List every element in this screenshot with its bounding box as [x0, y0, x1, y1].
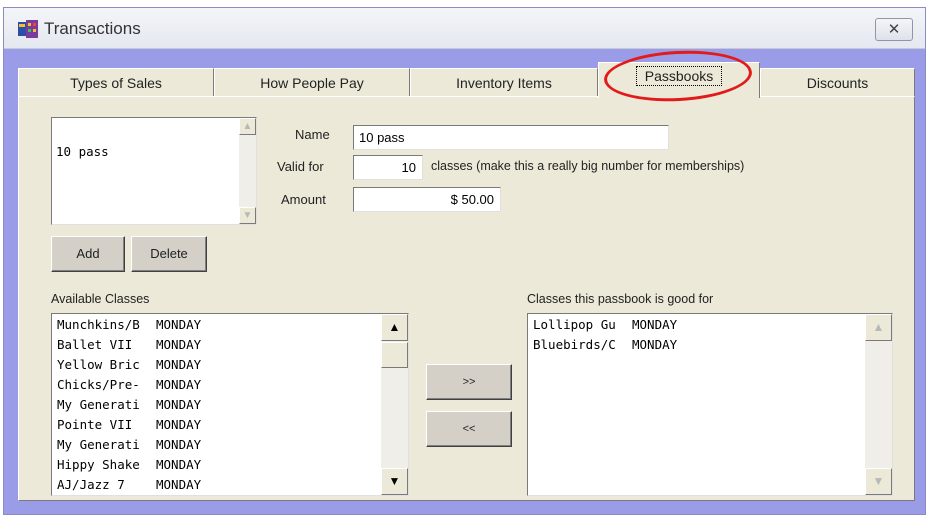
- tab-label: Discounts: [806, 75, 869, 91]
- good-for-label: Classes this passbook is good for: [527, 292, 714, 306]
- scroll-down-button[interactable]: ▼: [239, 207, 256, 224]
- class-name: Pointe VII: [57, 417, 133, 432]
- delete-button[interactable]: Delete: [131, 236, 207, 272]
- tab-types-of-sales[interactable]: Types of Sales: [18, 68, 214, 97]
- amount-input[interactable]: $ 50.00: [353, 187, 501, 212]
- class-name: Chicks/Pre-: [57, 377, 140, 392]
- available-classes-rows: Munchkins/B MONDAY Ballet VII MONDAY Yello…: [57, 315, 201, 495]
- class-day: MONDAY: [156, 397, 202, 412]
- scroll-down-button[interactable]: ▼: [381, 468, 408, 495]
- scroll-up-button[interactable]: ▲: [381, 314, 408, 341]
- list-item[interactable]: Yellow Bric MONDAY: [57, 355, 201, 375]
- class-day: MONDAY: [156, 337, 202, 352]
- class-day: MONDAY: [156, 457, 202, 472]
- list-item[interactable]: AJ/Jazz 7 MONDAY: [57, 475, 201, 495]
- tab-label: Inventory Items: [456, 75, 552, 91]
- class-name: My Generati: [57, 397, 140, 412]
- chevron-up-icon: ▲: [872, 320, 885, 334]
- list-item[interactable]: My Generati MONDAY: [57, 395, 201, 415]
- scroll-thumb[interactable]: [381, 342, 408, 368]
- name-input[interactable]: 10 pass: [353, 125, 669, 150]
- chevron-up-icon: ▲: [388, 320, 401, 334]
- scroll-down-button[interactable]: ▼: [865, 468, 892, 495]
- remove-class-button[interactable]: <<: [426, 411, 512, 447]
- transactions-app-icon: [18, 20, 38, 38]
- tab-inventory-items[interactable]: Inventory Items: [410, 68, 598, 97]
- valid-for-label: Valid for: [277, 159, 324, 174]
- available-classes-list[interactable]: Munchkins/B MONDAY Ballet VII MONDAY Yello…: [51, 313, 409, 496]
- list-item[interactable]: Bluebirds/C MONDAY: [533, 335, 677, 355]
- chevron-up-icon: ▲: [242, 121, 253, 132]
- chevron-down-icon: ▼: [872, 474, 885, 488]
- valid-for-input[interactable]: 10: [353, 155, 423, 180]
- class-name: AJ/Jazz 7: [57, 477, 125, 492]
- class-name: Ballet VII: [57, 337, 133, 352]
- good-for-classes-rows: Lollipop Gu MONDAY Bluebirds/C MONDAY: [533, 315, 677, 355]
- tab-label: Types of Sales: [70, 75, 162, 91]
- window-title: Transactions: [44, 19, 141, 38]
- list-item[interactable]: 10 pass: [56, 142, 109, 162]
- tab-label: How People Pay: [260, 75, 364, 91]
- name-label: Name: [295, 127, 330, 142]
- passbook-list[interactable]: 10 pass ▲ ▼: [51, 117, 257, 225]
- class-name: Lollipop Gu: [533, 317, 616, 332]
- amount-label: Amount: [281, 192, 326, 207]
- class-day: MONDAY: [156, 377, 202, 392]
- class-day: MONDAY: [156, 317, 202, 332]
- passbook-list-scrollbar[interactable]: ▲ ▼: [239, 118, 256, 224]
- tab-label: Passbooks: [635, 66, 723, 86]
- list-item[interactable]: Chicks/Pre- MONDAY: [57, 375, 201, 395]
- add-class-button[interactable]: >>: [426, 364, 512, 400]
- list-item[interactable]: My Generati MONDAY: [57, 435, 201, 455]
- close-icon: ✕: [887, 21, 901, 38]
- class-name: My Generati: [57, 437, 140, 452]
- available-classes-scrollbar[interactable]: ▲ ▼: [381, 314, 408, 495]
- class-name: Munchkins/B: [57, 317, 140, 332]
- class-day: MONDAY: [632, 337, 678, 352]
- title-bar: Transactions ✕: [4, 8, 925, 49]
- good-for-classes-scrollbar[interactable]: ▲ ▼: [865, 314, 892, 495]
- class-day: MONDAY: [156, 437, 202, 452]
- list-item[interactable]: Pointe VII MONDAY: [57, 415, 201, 435]
- list-item[interactable]: Lollipop Gu MONDAY: [533, 315, 677, 335]
- transactions-window: Transactions ✕ Types of Sales How People…: [3, 7, 926, 515]
- list-item[interactable]: Munchkins/B MONDAY: [57, 315, 201, 335]
- list-item[interactable]: Hippy Shake MONDAY: [57, 455, 201, 475]
- chevron-down-icon: ▼: [242, 210, 253, 221]
- good-for-classes-list[interactable]: Lollipop Gu MONDAY Bluebirds/C MONDAY ▲ ▼: [527, 313, 893, 496]
- scroll-up-button[interactable]: ▲: [865, 314, 892, 341]
- passbooks-panel: 10 pass ▲ ▼ Name 10 pass Valid for 10 cl…: [18, 96, 915, 501]
- class-name: Bluebirds/C: [533, 337, 616, 352]
- scroll-up-button[interactable]: ▲: [239, 118, 256, 135]
- add-button[interactable]: Add: [51, 236, 125, 272]
- tab-discounts[interactable]: Discounts: [760, 68, 915, 97]
- tab-how-people-pay[interactable]: How People Pay: [214, 68, 410, 97]
- class-day: MONDAY: [156, 417, 202, 432]
- class-day: MONDAY: [156, 357, 202, 372]
- class-name: Yellow Bric: [57, 357, 140, 372]
- list-item[interactable]: Ballet VII MONDAY: [57, 335, 201, 355]
- class-day: MONDAY: [632, 317, 678, 332]
- tab-passbooks[interactable]: Passbooks: [598, 62, 760, 98]
- valid-for-hint: classes (make this a really big number f…: [431, 159, 745, 173]
- class-day: MONDAY: [156, 477, 202, 492]
- available-classes-label: Available Classes: [51, 292, 150, 306]
- chevron-down-icon: ▼: [388, 474, 401, 488]
- close-button[interactable]: ✕: [875, 18, 913, 41]
- class-name: Hippy Shake: [57, 457, 140, 472]
